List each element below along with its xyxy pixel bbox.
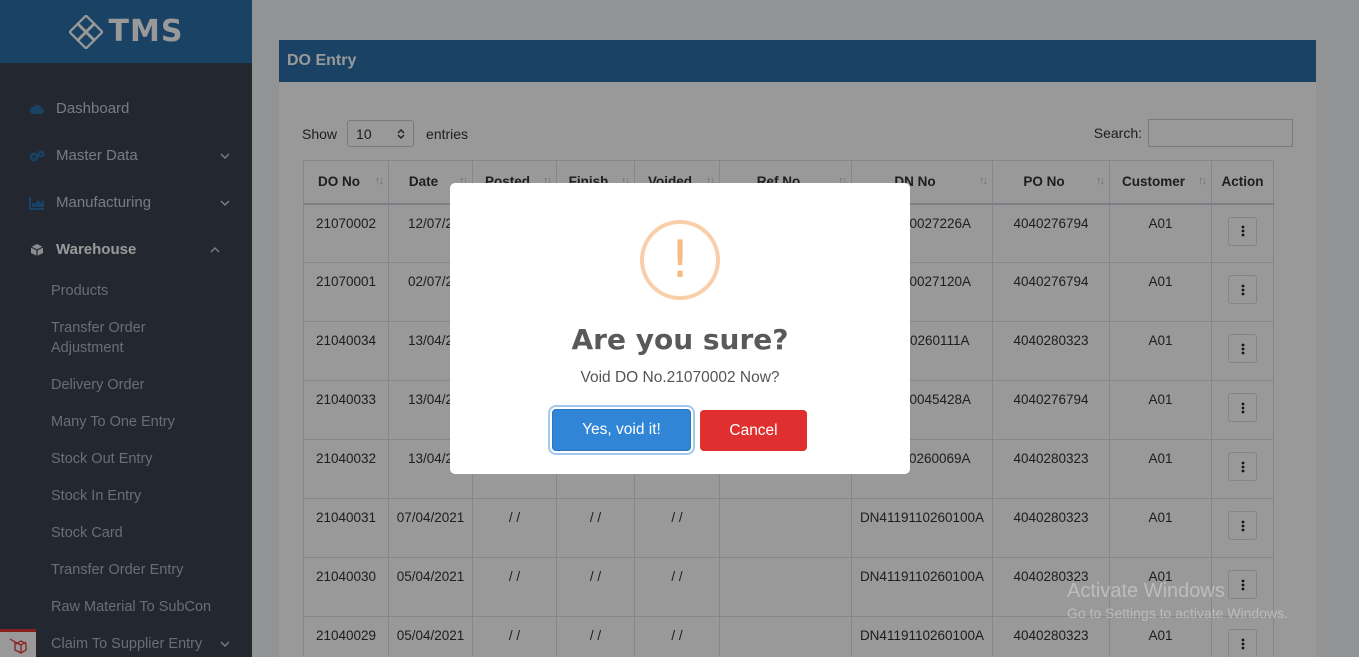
dialog-message: Void DO No.21070002 Now? [580, 369, 780, 386]
windows-activation-watermark: Activate Windows Go to Settings to activ… [1067, 580, 1288, 621]
dialog-title: Are you sure? [571, 323, 789, 356]
confirm-void-button[interactable]: Yes, void it! [552, 409, 691, 451]
cancel-button[interactable]: Cancel [700, 410, 807, 451]
confirm-dialog: ! Are you sure? Void DO No.21070002 Now?… [450, 183, 910, 474]
warning-icon: ! [640, 220, 720, 300]
